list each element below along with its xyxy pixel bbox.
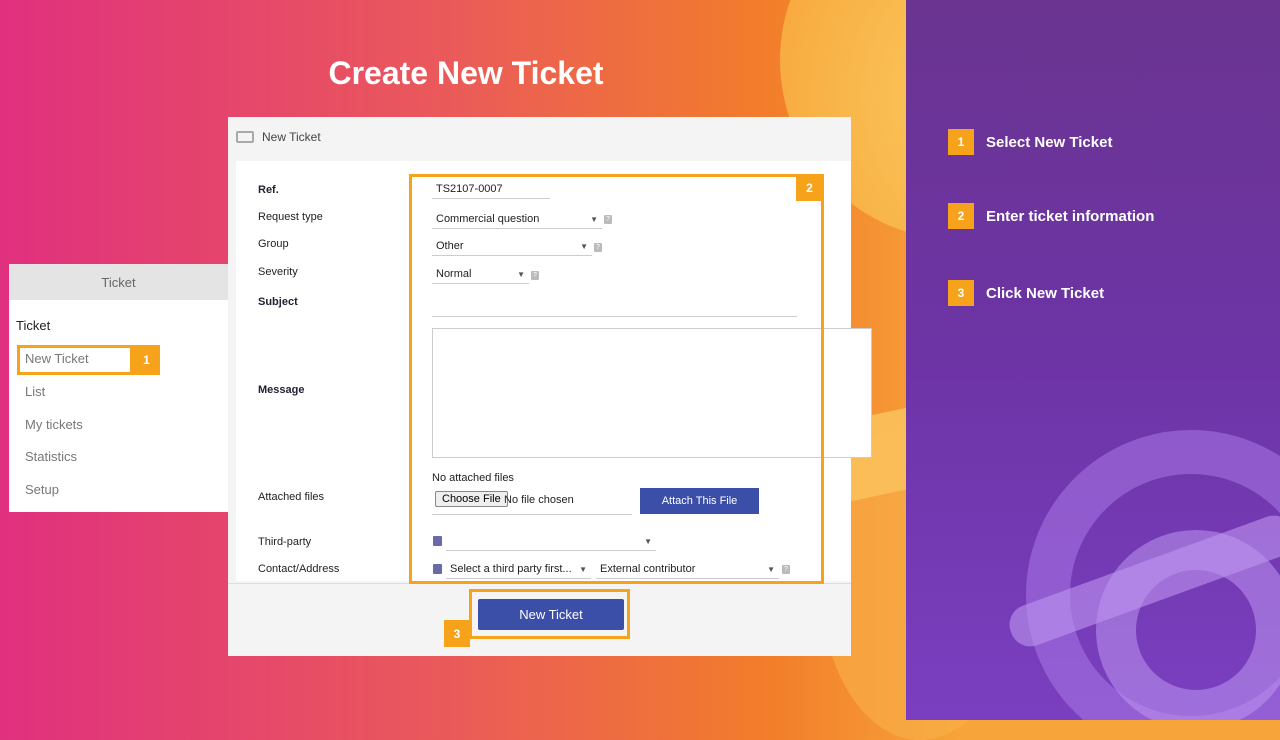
highlight-box-step-3: [469, 589, 630, 639]
sidebar-item-statistics[interactable]: Statistics: [25, 449, 77, 464]
subject-label: Subject: [258, 296, 298, 308]
sidebar-section-title: Ticket: [16, 318, 51, 333]
message-label: Message: [258, 384, 305, 396]
step-number: 1: [948, 129, 974, 155]
severity-label: Severity: [258, 266, 298, 278]
request-type-label: Request type: [258, 211, 323, 223]
step-label: Enter ticket information: [986, 207, 1155, 225]
step-number: 2: [948, 203, 974, 229]
sidebar-header: Ticket: [9, 264, 228, 300]
step-number: 3: [948, 280, 974, 306]
steps-panel: 1 Select New Ticket 2 Enter ticket infor…: [906, 0, 1280, 720]
group-label: Group: [258, 238, 289, 250]
page-title: Create New Ticket: [328, 55, 604, 91]
step-2: 2 Enter ticket information: [948, 203, 1154, 229]
sidebar-item-list[interactable]: List: [25, 384, 45, 399]
step-label: Select New Ticket: [986, 133, 1113, 151]
step-badge: 2: [796, 174, 823, 201]
sidebar-item-my-tickets[interactable]: My tickets: [25, 417, 83, 432]
step-3: 3 Click New Ticket: [948, 280, 1104, 306]
step-badge: 1: [133, 345, 160, 375]
step-label: Click New Ticket: [986, 284, 1105, 302]
ticket-icon: [236, 131, 254, 143]
third-party-label: Third-party: [258, 536, 312, 548]
highlight-box-step-1: [17, 345, 133, 375]
window-header: New Ticket: [228, 117, 851, 157]
ref-label: Ref.: [258, 184, 279, 196]
step-1: 1 Select New Ticket: [948, 129, 1112, 155]
step-badge: 3: [444, 620, 470, 647]
contact-label: Contact/Address: [258, 563, 340, 575]
sidebar-item-setup[interactable]: Setup: [25, 482, 59, 497]
ticket-sidebar: Ticket Ticket New Ticket List My tickets…: [9, 264, 228, 512]
window-title: New Ticket: [262, 130, 321, 144]
attached-files-label: Attached files: [258, 491, 325, 503]
highlight-box-step-2: [409, 174, 824, 584]
